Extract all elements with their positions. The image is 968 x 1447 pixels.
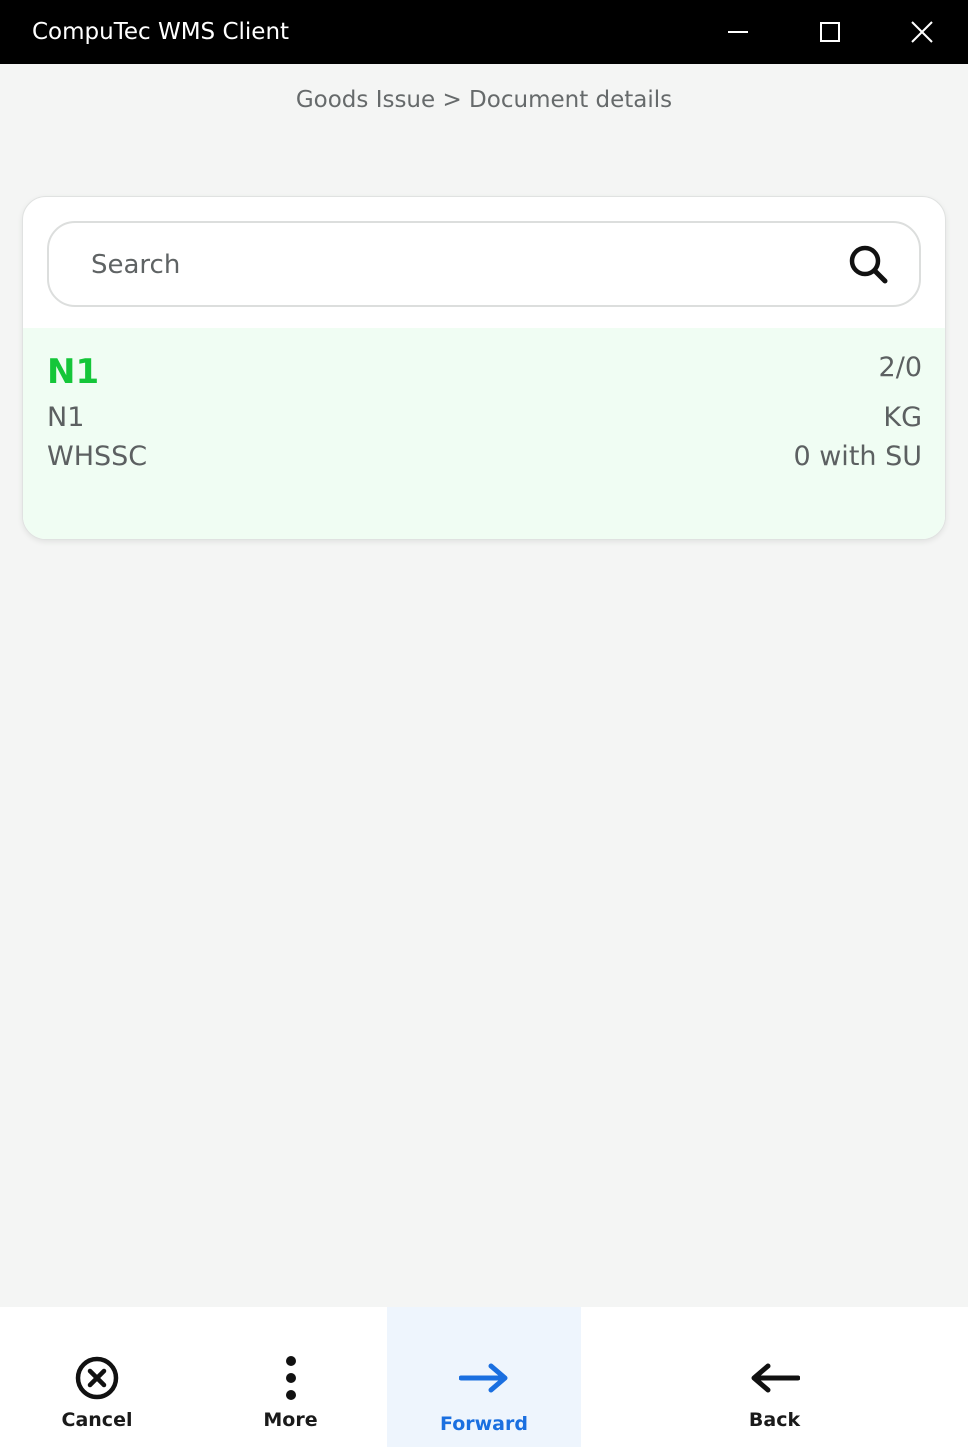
bottom-action-bar: Cancel More Forward Back: [0, 1307, 968, 1447]
search-icon[interactable]: [847, 243, 891, 287]
minimize-button[interactable]: [692, 0, 784, 64]
arrow-right-icon: [459, 1363, 508, 1393]
search-box: [47, 221, 921, 307]
forward-label: Forward: [440, 1413, 528, 1435]
window-title: CompuTec WMS Client: [32, 19, 290, 45]
item-storage-units: 0 with SU: [793, 441, 922, 472]
back-button[interactable]: Back: [581, 1307, 968, 1447]
more-label: More: [263, 1409, 318, 1431]
more-vertical-icon: [285, 1356, 296, 1400]
cancel-button[interactable]: Cancel: [0, 1307, 194, 1447]
item-description: N1: [47, 402, 85, 433]
title-bar: CompuTec WMS Client: [0, 0, 968, 64]
more-button[interactable]: More: [194, 1307, 387, 1447]
app-window: CompuTec WMS Client Goods Issue > Docume…: [0, 0, 968, 1447]
item-uom: KG: [883, 402, 922, 433]
item-code: N1: [47, 352, 100, 392]
maximize-button[interactable]: [784, 0, 876, 64]
list-item[interactable]: N1 N1 WHSSC 2/0 KG 0 with SU: [23, 328, 945, 539]
cancel-label: Cancel: [61, 1409, 133, 1431]
document-lines-card: N1 N1 WHSSC 2/0 KG 0 with SU: [22, 196, 946, 540]
item-quantity: 2/0: [878, 352, 922, 383]
maximize-icon: [820, 22, 840, 42]
forward-button[interactable]: Forward: [387, 1307, 581, 1447]
arrow-left-icon: [751, 1363, 800, 1393]
item-warehouse: WHSSC: [47, 441, 148, 472]
search-input[interactable]: [91, 243, 831, 287]
back-label: Back: [748, 1409, 801, 1431]
cancel-circle-icon: [75, 1356, 119, 1400]
breadcrumb: Goods Issue > Document details: [295, 87, 673, 113]
close-button[interactable]: [876, 0, 968, 64]
minimize-icon: [728, 31, 748, 33]
close-icon: [911, 21, 933, 43]
